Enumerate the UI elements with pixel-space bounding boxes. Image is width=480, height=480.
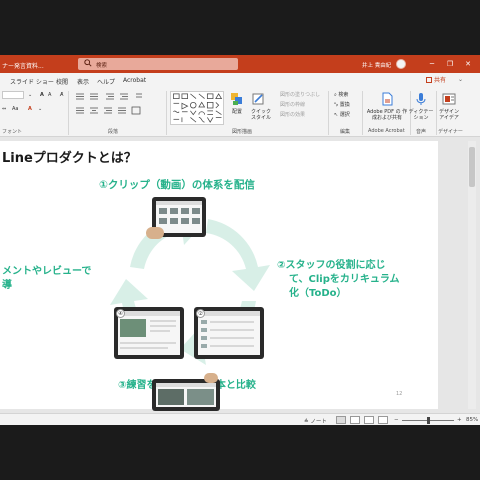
slide-title: Lineプロダクトとは？ [2, 151, 137, 166]
quick-styles-icon[interactable] [252, 91, 266, 105]
step2-label-line1: ②スタッフの役割に応じ [277, 260, 386, 271]
tablet-image-clips [146, 197, 206, 239]
ribbon-separator [68, 91, 69, 135]
arrange-icon[interactable] [230, 91, 244, 105]
quick-styles-label: クイック スタイル [250, 109, 271, 121]
step2-label-line3: 化（ToDo） [289, 288, 347, 299]
close-button[interactable]: ✕ [462, 58, 474, 70]
normal-view-button[interactable] [336, 416, 346, 424]
tab-review[interactable]: 校閲 [56, 77, 68, 86]
step2-label-line2: て、Clipをカリキュラム [289, 274, 400, 285]
shape-fill[interactable]: 図形の塗りつぶし [280, 91, 320, 98]
arrange-label: 配置 [232, 109, 243, 115]
clip-grid-icon [156, 201, 202, 224]
recording-screen-icon [156, 383, 216, 405]
microphone-icon[interactable] [414, 91, 428, 105]
slide-number: 12 [396, 391, 403, 397]
tablet-image-recording [152, 373, 220, 411]
search-placeholder: 検索 [96, 63, 108, 69]
ribbon-separator [436, 91, 437, 135]
paragraph-icons[interactable] [74, 91, 164, 127]
zoom-in-button[interactable]: + [457, 417, 462, 423]
zoom-slider-thumb[interactable] [427, 417, 430, 424]
shape-effects[interactable]: 図形の効果 [280, 111, 305, 118]
tablet-screen [156, 201, 202, 233]
step-badge-4: ④ [116, 309, 125, 318]
font-color-icon[interactable]: A [28, 106, 32, 112]
tablet-screen [118, 311, 180, 355]
slide-canvas: Lineプロダクトとは？ ④ ② ①クリップ（動画）の体系を配信 ②スタッフの役… [0, 137, 480, 413]
vertical-scrollbar[interactable] [468, 141, 476, 409]
char-spacing-icon[interactable]: ⇔ [2, 106, 6, 112]
slide[interactable]: Lineプロダクトとは？ ④ ② ①クリップ（動画）の体系を配信 ②スタッフの役… [0, 141, 438, 409]
font-size-arrow-icon[interactable]: ⌄ [28, 92, 32, 98]
search-box[interactable]: 検索 [78, 58, 238, 70]
todo-list-icon [198, 311, 260, 348]
ribbon-separator [166, 91, 167, 135]
tab-view[interactable]: 表示 [77, 77, 89, 86]
minimize-button[interactable]: ─ [426, 58, 438, 70]
group-label-voice: 音声 [416, 129, 427, 135]
tablet-image-comments: ④ [114, 307, 184, 359]
clear-format-icon[interactable]: A̸ [60, 92, 63, 98]
share-icon [426, 77, 432, 83]
font-color-arrow-icon[interactable]: ⌄ [38, 106, 42, 112]
group-label-editing: 編集 [340, 129, 351, 135]
dictate-button[interactable]: ディクテーション [408, 109, 434, 121]
document-title: ナー発言資料... [2, 63, 44, 70]
slide-sorter-button[interactable] [350, 416, 360, 424]
slideshow-button[interactable] [378, 416, 388, 424]
group-label-acrobat: Adobe Acrobat [368, 128, 405, 134]
select-button[interactable]: ↖ 選択 [334, 111, 350, 118]
title-bar: ナー発言資料... 検索 井上 貴由紀 ─ ❐ ✕ [0, 55, 480, 73]
powerpoint-window: ナー発言資料... 検索 井上 貴由紀 ─ ❐ ✕ スライド ショー 校閲 表示… [0, 55, 480, 425]
scrollbar-thumb[interactable] [469, 147, 475, 187]
chevron-down-icon[interactable]: ⌄ [458, 76, 463, 83]
status-bar: ≙ ノート − + 85% [0, 413, 480, 425]
pdf-icon[interactable] [380, 91, 394, 106]
tablet-screen [198, 311, 260, 355]
tab-slideshow[interactable]: スライド ショー [10, 77, 54, 86]
shrink-font-icon[interactable]: A [48, 92, 51, 98]
screen: ナー発言資料... 検索 井上 貴由紀 ─ ❐ ✕ スライド ショー 校閲 表示… [0, 0, 480, 480]
group-label-designer: デザイナー [438, 129, 463, 135]
group-label-font: フォント [2, 129, 23, 135]
step1-label: ①クリップ（動画）の体系を配信 [99, 179, 255, 191]
step4-label-line1: メントやレビューで [2, 266, 92, 277]
find-button[interactable]: ⌕ 検索 [334, 91, 348, 98]
ribbon: ⌄ A A A̸ ⇔ Aa A ⌄ フォント 段落 配置 クイック スタイル 図… [0, 87, 480, 137]
comment-screen-icon [118, 311, 180, 349]
change-case-icon[interactable]: Aa [12, 106, 18, 112]
step-badge-2: ② [196, 309, 205, 318]
user-name[interactable]: 井上 貴由紀 [362, 61, 391, 69]
search-icon [84, 59, 92, 67]
zoom-level[interactable]: 85% [466, 417, 478, 423]
grow-font-icon[interactable]: A [40, 92, 44, 98]
avatar[interactable] [396, 59, 406, 69]
design-ideas-icon[interactable] [442, 91, 456, 105]
acrobat-create-pdf-button[interactable]: Adobe PDF の 作成および共有 [366, 109, 408, 121]
step4-label-line2: 導 [2, 280, 12, 291]
replace-button[interactable]: ᴬᵦ 置換 [334, 101, 350, 108]
font-size-box[interactable] [2, 91, 24, 99]
zoom-out-button[interactable]: − [394, 417, 399, 423]
ribbon-separator [362, 91, 363, 135]
maximize-button[interactable]: ❐ [444, 58, 456, 70]
hand-image [146, 227, 164, 239]
tab-acrobat[interactable]: Acrobat [123, 77, 146, 84]
tablet-image-todo: ② [194, 307, 264, 359]
notes-button[interactable]: ≙ ノート [304, 417, 327, 425]
reading-view-button[interactable] [364, 416, 374, 424]
ribbon-separator [328, 91, 329, 135]
group-label-paragraph: 段落 [108, 129, 119, 135]
tab-help[interactable]: ヘルプ [97, 77, 115, 86]
group-label-drawing: 図形描画 [232, 129, 253, 135]
tablet-screen [156, 383, 216, 407]
hand-image [204, 373, 218, 383]
shapes-gallery[interactable] [170, 91, 224, 125]
share-button[interactable]: 共有 [426, 75, 452, 86]
shape-outline[interactable]: 図形の枠線 [280, 101, 305, 108]
ribbon-tabs: スライド ショー 校閲 表示 ヘルプ Acrobat 共有 ⌄ [0, 73, 480, 87]
design-ideas-button[interactable]: デザイン アイデア [438, 109, 460, 121]
